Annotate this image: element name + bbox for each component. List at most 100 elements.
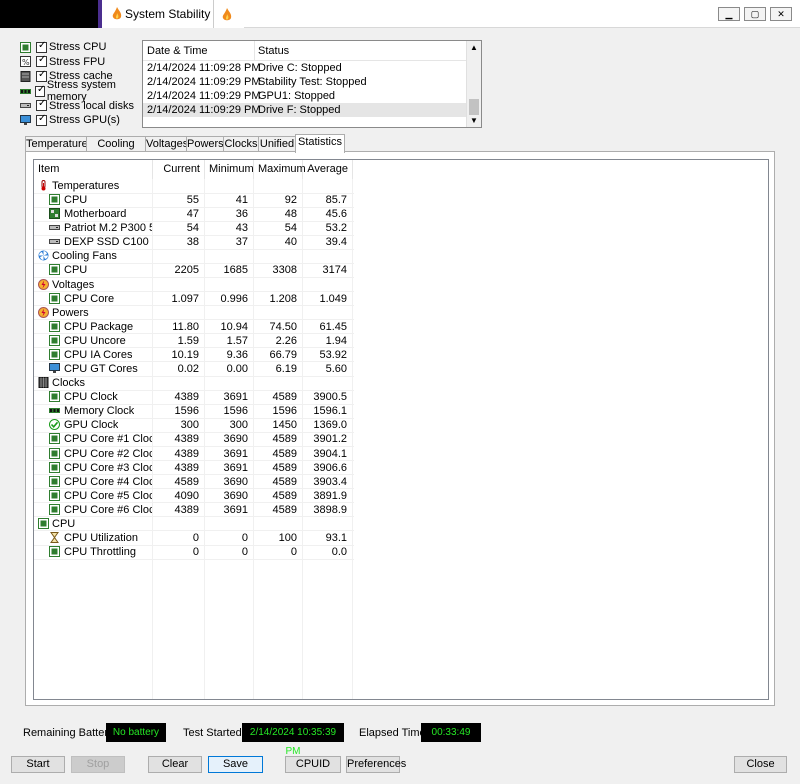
current-value: 10.19 — [171, 348, 199, 361]
statistics-table[interactable]: Item Current Minimum Maximum Average Tem… — [33, 159, 769, 700]
scroll-down-icon[interactable]: ▼ — [470, 116, 478, 125]
table-row[interactable]: CPU 2205 1685 3308 3174 — [34, 263, 768, 277]
cache-icon — [20, 70, 32, 82]
tab-statistics[interactable]: Statistics — [295, 134, 345, 153]
column-header-item[interactable]: Item — [34, 160, 153, 179]
table-row[interactable]: CPU IA Cores 10.19 9.36 66.79 53.92 — [34, 348, 768, 362]
current-value: 0 — [192, 546, 199, 559]
current-value: 47 — [186, 208, 199, 221]
second-tab[interactable] — [214, 0, 244, 28]
average-value: 1.94 — [325, 334, 347, 347]
maximum-value: 74.50 — [269, 320, 297, 333]
scroll-up-icon[interactable]: ▲ — [470, 43, 478, 52]
maximum-value: 4589 — [272, 475, 297, 488]
table-row[interactable]: CPU Clock 4389 3691 4589 3900.5 — [34, 390, 768, 404]
table-row[interactable]: CPU Core #2 Clock 4389 3691 4589 3904.1 — [34, 447, 768, 461]
save-button[interactable]: Save — [208, 756, 263, 773]
log-scrollbar[interactable]: ▲ ▼ — [466, 41, 481, 127]
stop-button[interactable]: Stop — [71, 756, 125, 773]
preferences-button[interactable]: Preferences — [346, 756, 406, 773]
table-row[interactable]: CPU Throttling 0 0 0 0.0 — [34, 545, 768, 559]
clear-button[interactable]: Clear — [148, 756, 202, 773]
minimum-value: 41 — [235, 194, 248, 207]
tab-voltages[interactable]: Voltages — [145, 136, 188, 152]
table-group-row[interactable]: Voltages — [34, 278, 768, 292]
stress-checkbox[interactable] — [35, 84, 45, 97]
cpuid-button[interactable]: CPUID — [285, 756, 341, 773]
status-log[interactable]: Date & Time Status 2/14/2024 11:09:28 PM… — [142, 40, 482, 128]
maximize-button[interactable]: ▢ — [744, 7, 766, 21]
tab-unified[interactable]: Unified — [258, 136, 296, 152]
column-header-minimum[interactable]: Minimum — [205, 160, 254, 179]
table-row[interactable]: GPU Clock 300 300 1450 1369.0 — [34, 418, 768, 432]
window-tab[interactable]: System Stability Test - — [102, 0, 214, 28]
maximum-value: 40 — [284, 236, 297, 249]
stress-checkbox[interactable] — [36, 54, 47, 68]
scroll-thumb[interactable] — [469, 99, 479, 115]
stress-checkbox[interactable] — [36, 69, 47, 82]
stress-option[interactable]: Stress system memory — [20, 79, 145, 103]
log-row-selected[interactable]: 2/14/2024 11:09:29 PM Drive F: Stopped — [143, 103, 467, 117]
item-label: CPU Core #4 Clock — [64, 475, 152, 488]
table-row[interactable]: CPU Core 1.097 0.996 1.208 1.049 — [34, 292, 768, 306]
group-label: Voltages — [52, 278, 95, 291]
table-row[interactable]: CPU Core #1 Clock 4389 3690 4589 3901.2 — [34, 432, 768, 446]
tab-temperatures[interactable]: Temperatures — [25, 136, 93, 152]
log-status: Drive F: Stopped — [258, 104, 341, 116]
table-row[interactable]: CPU Core #6 Clock 4389 3691 4589 3898.9 — [34, 503, 768, 517]
stress-option[interactable]: Stress GPU(s) — [20, 113, 145, 128]
log-row[interactable]: 2/14/2024 11:09:28 PM Drive C: Stopped — [143, 61, 467, 75]
table-row[interactable]: Patriot M.2 P300 512... 54 43 54 53.2 — [34, 221, 768, 235]
close-button[interactable]: Close — [734, 756, 787, 773]
column-header-current[interactable]: Current — [153, 160, 205, 179]
table-group-row[interactable]: Clocks — [34, 376, 768, 390]
stress-checkbox[interactable] — [36, 40, 47, 53]
tab-clocks[interactable]: Clocks — [223, 136, 259, 152]
table-group-row[interactable]: Powers — [34, 306, 768, 320]
table-row[interactable]: DEXP SSD C100 1024... 38 37 40 39.4 — [34, 235, 768, 249]
start-button[interactable]: Start — [11, 756, 65, 773]
stress-option-label: Stress GPU(s) — [49, 114, 120, 127]
tab-powers[interactable]: Powers — [186, 136, 224, 152]
average-value: 3904.1 — [313, 447, 347, 460]
tab-cooling-fans[interactable]: Cooling Fans — [86, 136, 146, 164]
log-row[interactable]: 2/14/2024 11:09:29 PM GPU1: Stopped — [143, 89, 467, 103]
minimum-value: 3691 — [223, 503, 248, 516]
minimum-value: 3690 — [223, 475, 248, 488]
maximum-value: 0 — [290, 546, 297, 559]
stress-option[interactable]: % Stress FPU — [20, 54, 145, 70]
cpu-chip-icon — [49, 348, 60, 360]
average-value: 1596.1 — [313, 405, 347, 418]
cpu-chip-icon — [49, 546, 60, 558]
log-header-status[interactable]: Status — [258, 45, 289, 57]
table-row[interactable]: Memory Clock 1596 1596 1596 1596.1 — [34, 404, 768, 418]
item-label: CPU Core #6 Clock — [64, 503, 152, 516]
stress-option[interactable]: Stress local disks — [20, 98, 145, 113]
column-header-maximum[interactable]: Maximum — [254, 160, 306, 179]
close-window-button[interactable]: ✕ — [770, 7, 792, 21]
stress-option[interactable]: Stress CPU — [20, 40, 145, 55]
log-header-datetime[interactable]: Date & Time — [147, 45, 208, 57]
maximum-value: 1450 — [272, 419, 297, 432]
table-row[interactable]: CPU Uncore 1.59 1.57 2.26 1.94 — [34, 334, 768, 348]
item-label: CPU Uncore — [64, 334, 126, 347]
log-row[interactable]: 2/14/2024 11:09:29 PM Stability Test: St… — [143, 75, 467, 89]
motherboard-icon — [49, 208, 60, 220]
table-group-row[interactable]: CPU — [34, 517, 768, 531]
table-group-row[interactable]: Cooling Fans — [34, 249, 768, 263]
table-row[interactable]: CPU Package 11.80 10.94 74.50 61.45 — [34, 320, 768, 334]
minimum-value: 37 — [235, 236, 248, 249]
group-label: Powers — [52, 306, 89, 319]
table-row[interactable]: CPU GT Cores 0.02 0.00 6.19 5.60 — [34, 362, 768, 376]
table-row[interactable]: CPU Core #5 Clock 4090 3690 4589 3891.9 — [34, 489, 768, 503]
table-row[interactable]: CPU Core #4 Clock 4589 3690 4589 3903.4 — [34, 475, 768, 489]
stress-checkbox[interactable] — [36, 113, 47, 126]
stress-checkbox[interactable] — [36, 98, 47, 112]
column-header-average[interactable]: Average — [303, 160, 353, 179]
table-row[interactable]: CPU 55 41 92 85.7 — [34, 193, 768, 207]
table-row[interactable]: Motherboard 47 36 48 45.6 — [34, 207, 768, 221]
table-row[interactable]: CPU Utilization 0 0 100 93.1 — [34, 531, 768, 545]
table-row[interactable]: CPU Core #3 Clock 4389 3691 4589 3906.6 — [34, 461, 768, 475]
table-group-row[interactable]: Temperatures — [34, 179, 768, 193]
minimize-button[interactable]: ▁ — [718, 7, 740, 21]
